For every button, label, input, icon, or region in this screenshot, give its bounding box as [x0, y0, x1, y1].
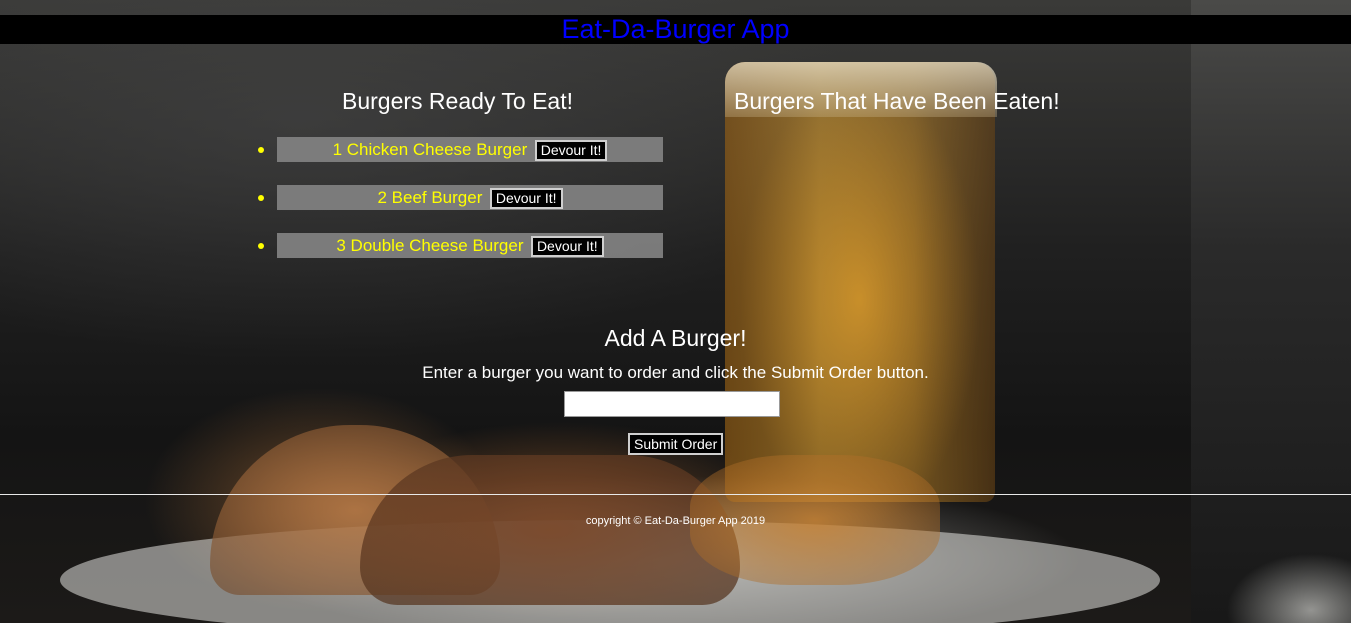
- front-burger-image: [360, 455, 740, 605]
- ready-burgers-heading: Burgers Ready To Eat!: [342, 88, 573, 114]
- submit-order-button[interactable]: Submit Order: [628, 433, 724, 455]
- burger-name: 3 Double Cheese Burger: [336, 236, 524, 255]
- add-burger-instructions: Enter a burger you want to order and cli…: [422, 363, 929, 382]
- burger-item-bar: 3 Double Cheese Burger Devour It!: [277, 233, 663, 258]
- beer-glass-image: [725, 62, 995, 502]
- eaten-burgers-heading: Burgers That Have Been Eaten!: [734, 88, 1060, 114]
- burger-item-bar: 1 Chicken Cheese Burger Devour It!: [277, 137, 663, 162]
- burger-name: 1 Chicken Cheese Burger: [332, 140, 528, 159]
- burger-name-input[interactable]: [564, 391, 780, 417]
- background-photo-repeat: [1191, 0, 1351, 623]
- bullet-icon: [258, 243, 264, 249]
- burger-item-bar: 2 Beef Burger Devour It!: [277, 185, 663, 210]
- footer-copyright: copyright © Eat-Da-Burger App 2019: [585, 515, 766, 527]
- footer-divider: [0, 494, 1351, 495]
- add-burger-heading: Add A Burger!: [604, 325, 747, 351]
- devour-button[interactable]: Devour It!: [530, 236, 604, 258]
- bullet-icon: [258, 147, 264, 153]
- burger-name: 2 Beef Burger: [377, 188, 483, 207]
- devour-button[interactable]: Devour It!: [489, 188, 563, 210]
- bullet-icon: [258, 195, 264, 201]
- app-header: Eat-Da-Burger App: [0, 15, 1351, 44]
- devour-button[interactable]: Devour It!: [534, 140, 608, 162]
- app-title: Eat-Da-Burger App: [561, 14, 790, 44]
